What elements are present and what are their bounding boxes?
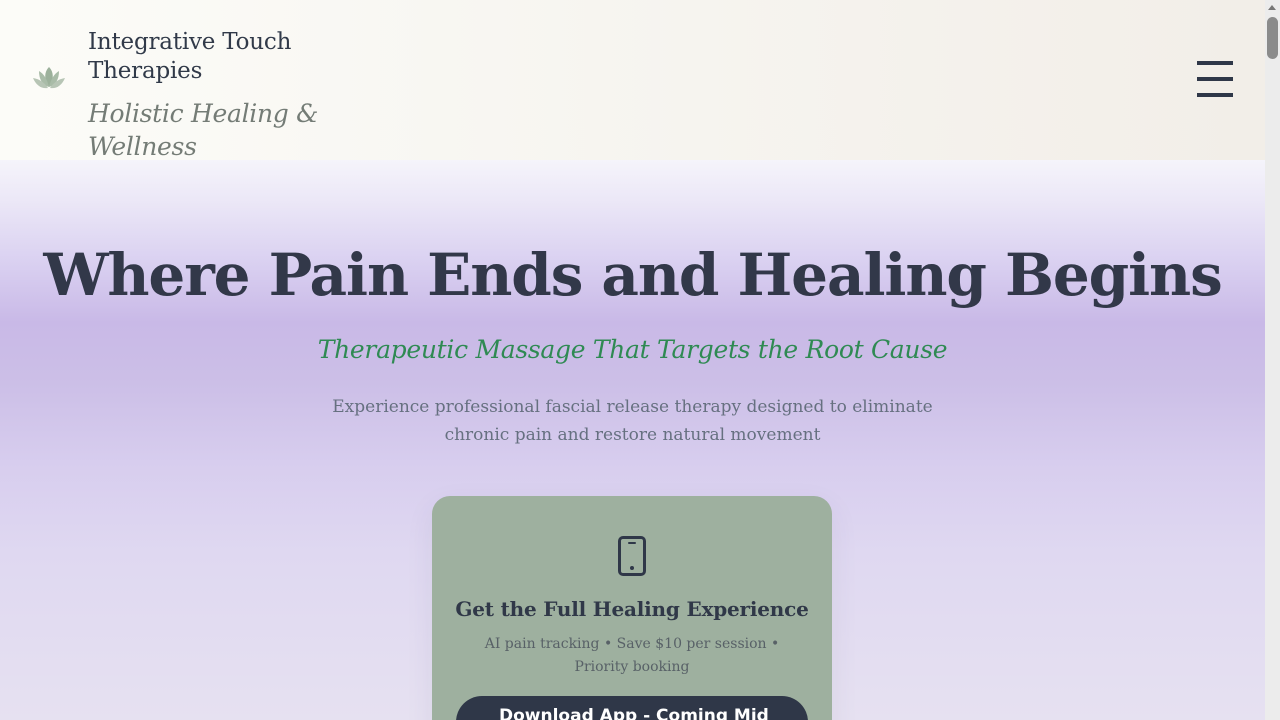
vertical-scrollbar[interactable] xyxy=(1265,0,1280,720)
hamburger-menu-button[interactable] xyxy=(1197,61,1235,99)
hero-title: Where Pain Ends and Healing Begins xyxy=(43,241,1222,309)
download-app-button[interactable]: Download App - Coming Mid xyxy=(456,696,808,720)
app-card-features: AI pain tracking • Save $10 per session … xyxy=(484,636,780,675)
lotus-icon xyxy=(31,62,67,92)
download-app-button-label: Download App - Coming Mid xyxy=(499,706,769,720)
scroll-up-icon[interactable] xyxy=(1268,5,1276,10)
scrollbar-thumb[interactable] xyxy=(1267,17,1278,59)
site-title: Integrative Touch Therapies xyxy=(88,29,292,84)
hamburger-menu-icon xyxy=(1197,61,1233,65)
app-card-title: Get the Full Healing Experience xyxy=(455,597,809,621)
page-content: Integrative Touch Therapies Holistic Hea… xyxy=(0,0,1265,720)
web-page: Integrative Touch Therapies Holistic Hea… xyxy=(0,0,1280,720)
hero-description: Experience professional fascial release … xyxy=(332,397,933,445)
mobile-phone-icon xyxy=(618,536,646,576)
hamburger-menu-line xyxy=(1197,93,1233,97)
app-download-card: Get the Full Healing Experience AI pain … xyxy=(432,496,832,720)
hero-section: Where Pain Ends and Healing Begins Thera… xyxy=(0,160,1265,720)
site-header: Integrative Touch Therapies Holistic Hea… xyxy=(0,0,1265,161)
hero-subtitle: Therapeutic Massage That Targets the Roo… xyxy=(317,335,948,364)
site-tagline: Holistic Healing & Wellness xyxy=(88,99,319,161)
hamburger-menu-line xyxy=(1197,77,1233,81)
